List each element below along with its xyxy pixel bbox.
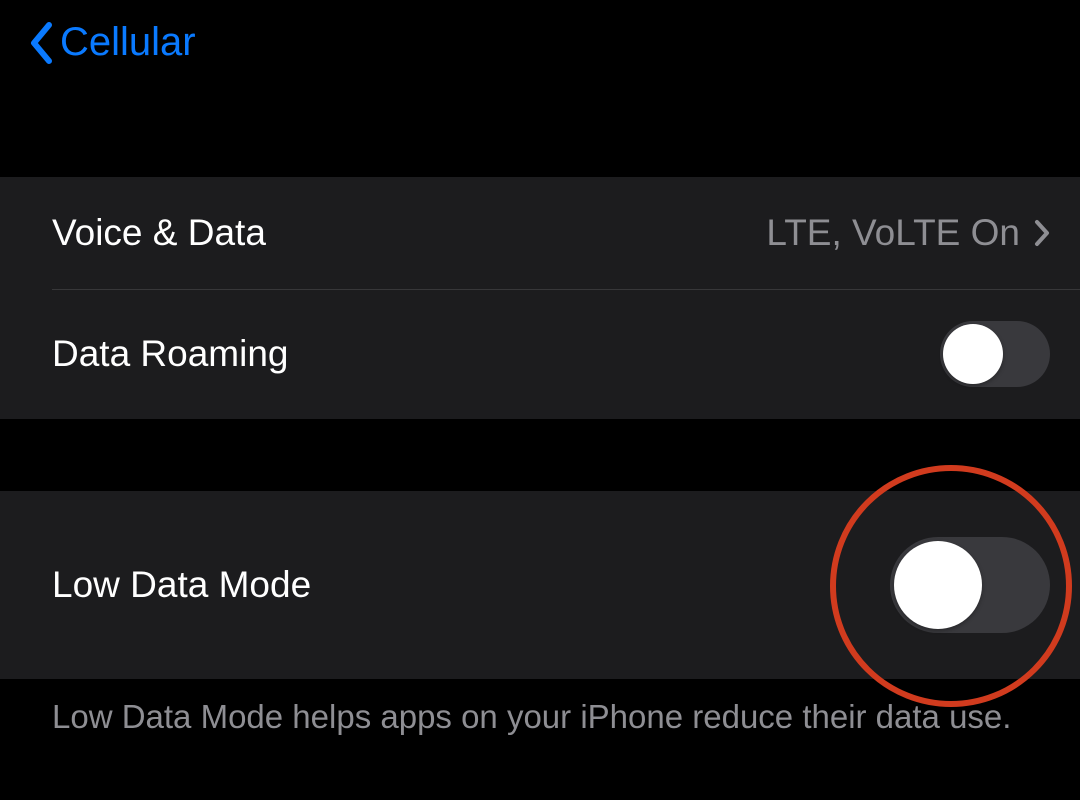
voice-data-value-container: LTE, VoLTE On	[766, 212, 1050, 254]
nav-bar: Cellular	[0, 0, 1080, 85]
low-data-mode-footer: Low Data Mode helps apps on your iPhone …	[0, 679, 1080, 760]
voice-data-row[interactable]: Voice & Data LTE, VoLTE On	[0, 177, 1080, 289]
data-roaming-row: Data Roaming	[0, 289, 1080, 419]
toggle-knob	[943, 324, 1003, 384]
spacer	[0, 419, 1080, 491]
voice-data-label: Voice & Data	[52, 212, 266, 254]
low-data-mode-row: Low Data Mode	[0, 491, 1080, 679]
chevron-left-icon	[28, 21, 54, 65]
data-roaming-toggle[interactable]	[940, 321, 1050, 387]
low-data-mode-label: Low Data Mode	[52, 564, 311, 606]
settings-group-cellular: Voice & Data LTE, VoLTE On Data Roaming	[0, 177, 1080, 419]
back-label: Cellular	[60, 20, 196, 65]
voice-data-value: LTE, VoLTE On	[766, 212, 1020, 254]
low-data-mode-toggle[interactable]	[890, 537, 1050, 633]
data-roaming-label: Data Roaming	[52, 333, 289, 375]
settings-group-lowdata: Low Data Mode	[0, 491, 1080, 679]
spacer	[0, 85, 1080, 177]
chevron-right-icon	[1034, 219, 1050, 247]
back-button[interactable]: Cellular	[28, 20, 196, 65]
toggle-knob	[894, 541, 982, 629]
